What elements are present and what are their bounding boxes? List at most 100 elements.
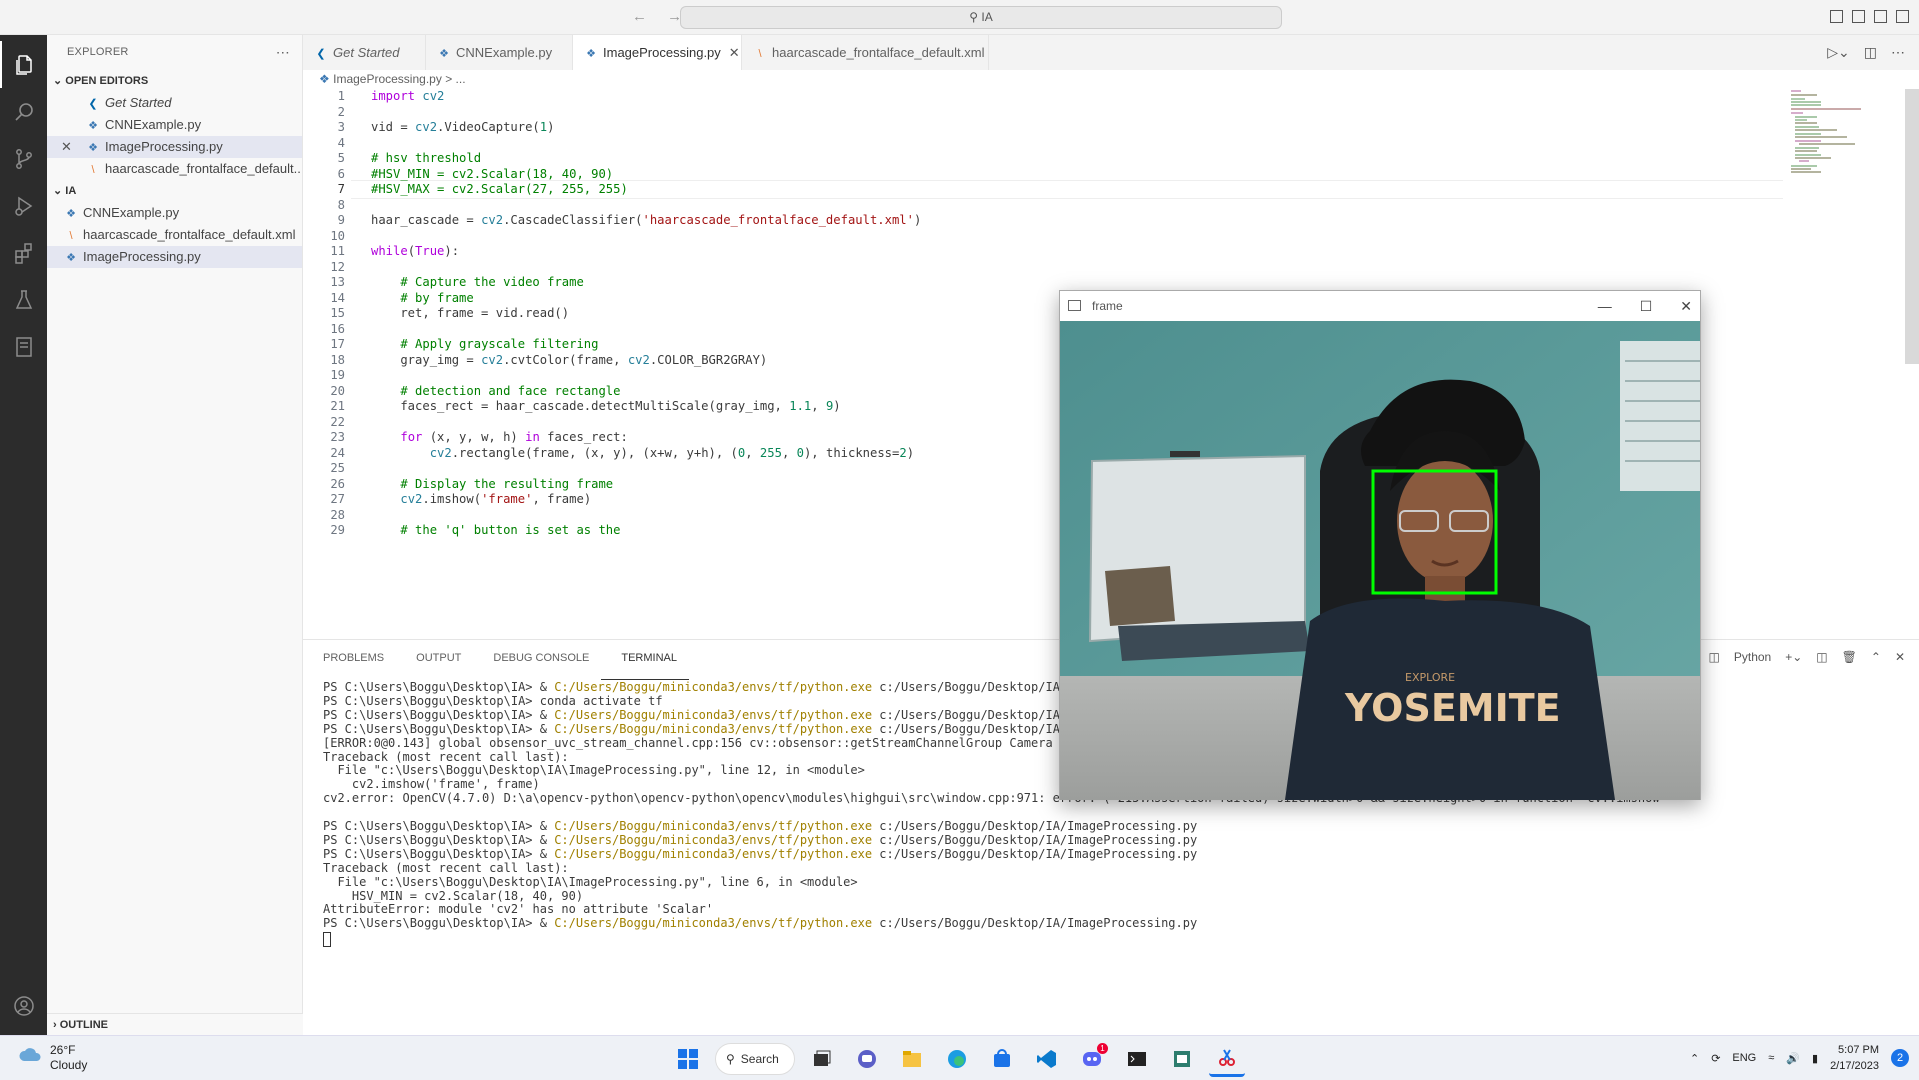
account-icon[interactable] [0, 982, 47, 1029]
terminal-icon[interactable] [1119, 1041, 1155, 1077]
close-icon[interactable]: ✕ [1680, 291, 1692, 321]
wifi-icon[interactable]: ≈ [1768, 1052, 1774, 1064]
open-editor-haarcascade[interactable]: \ haarcascade_frontalface_default... [47, 158, 302, 180]
close-panel-icon[interactable]: ✕ [1895, 650, 1905, 664]
taskbar-apps: ⚲ Search 1 [670, 1041, 1245, 1077]
clock[interactable]: 5:07 PM 2/17/2023 [1830, 1042, 1879, 1074]
windows-start-icon[interactable] [670, 1041, 706, 1077]
folder-ia-section[interactable]: ⌄ IA [47, 180, 302, 202]
vscode-icon[interactable] [1029, 1041, 1065, 1077]
open-editor-label: CNNExample.py [105, 117, 202, 132]
line-number: 15 [330, 306, 345, 320]
tab-imageprocessing[interactable]: ❖ ImageProcessing.py ✕ [573, 35, 742, 70]
close-icon[interactable]: ✕ [61, 136, 85, 158]
store-icon[interactable] [984, 1041, 1020, 1077]
outline-section[interactable]: › OUTLINE [47, 1013, 303, 1035]
frame-window-titlebar[interactable]: frame — ☐ ✕ [1060, 291, 1700, 321]
file-imageprocessing[interactable]: ❖ ImageProcessing.py [47, 246, 302, 268]
search-icon[interactable] [0, 88, 47, 135]
file-cnnexample[interactable]: ❖ CNNExample.py [47, 202, 302, 224]
snipping-tool-icon[interactable] [1209, 1041, 1245, 1077]
open-editor-get-started[interactable]: ❮ Get Started [47, 92, 302, 114]
breadcrumb-file[interactable]: ImageProcessing.py [333, 72, 442, 86]
run-python-icon[interactable]: ▷⌄ [1827, 44, 1850, 61]
code-line: cv2.imshow('frame', frame) [400, 492, 592, 506]
clock-time: 5:07 PM [1838, 1044, 1879, 1056]
code-line: #HSV_MAX = cv2.Scalar(27, 255, 255) [371, 182, 628, 196]
line-number: 4 [337, 135, 345, 150]
open-editors-section[interactable]: ⌄ OPEN EDITORS [47, 70, 302, 92]
line-number: 25 [330, 461, 345, 475]
tab-output[interactable]: OUTPUT [396, 640, 473, 680]
notebook-icon[interactable] [0, 323, 47, 370]
minimize-icon[interactable]: — [1598, 291, 1612, 321]
minimap[interactable] [1791, 89, 1911, 209]
code-line: haar_cascade = cv2.CascadeClassifier('ha… [371, 213, 922, 227]
maximize-icon[interactable]: ☐ [1640, 291, 1653, 321]
battery-icon[interactable]: ▮ [1812, 1052, 1818, 1065]
code-line: for (x, y, w, h) in faces_rect: [400, 430, 628, 444]
command-center[interactable]: ⚲ IA [680, 6, 1282, 29]
tab-terminal[interactable]: TERMINAL [601, 640, 689, 680]
teams-chat-icon[interactable] [849, 1041, 885, 1077]
explorer-icon[interactable] [0, 41, 47, 88]
open-editor-cnnexample[interactable]: ❖ CNNExample.py [47, 114, 302, 136]
terminal-cursor [323, 932, 331, 948]
more-actions-icon[interactable]: ⋯ [276, 35, 290, 70]
line-number: 27 [330, 492, 345, 506]
back-arrow-icon[interactable]: ← [632, 8, 655, 25]
taskbar-search[interactable]: ⚲ Search [715, 1043, 795, 1075]
notification-count[interactable]: 2 [1891, 1049, 1909, 1067]
line-number: 2 [337, 104, 345, 119]
close-tab-icon[interactable]: ✕ [729, 45, 740, 60]
editor-scrollbar[interactable] [1905, 89, 1919, 364]
tab-get-started[interactable]: ❮ Get Started [303, 35, 426, 70]
chevron-up-icon[interactable]: ⌃ [1690, 1052, 1699, 1065]
edge-icon[interactable] [939, 1041, 975, 1077]
terminal-line: File "c:\Users\Boggu\Desktop\IA\ImagePro… [323, 763, 865, 778]
window-controls: — ☐ ✕ [1598, 291, 1692, 321]
python-file-icon: ❖ [88, 142, 98, 154]
toggle-secondary-sidebar-icon[interactable] [1874, 10, 1887, 23]
kill-terminal-icon[interactable]: 🗑 [1842, 650, 1857, 664]
terminal-line: HSV_MIN = cv2.Scalar(18, 40, 90) [323, 888, 584, 903]
terminal-shell-label[interactable]: Python [1734, 650, 1771, 664]
testing-icon[interactable] [0, 276, 47, 323]
code-line: cv2.rectangle(frame, (x, y), (x+w, y+h),… [429, 445, 915, 460]
open-editor-imageprocessing[interactable]: ✕ ❖ ImageProcessing.py [47, 136, 302, 158]
code-line: faces_rect = haar_cascade.detectMultiSca… [371, 399, 841, 413]
discord-icon[interactable]: 1 [1074, 1041, 1110, 1077]
new-terminal-icon[interactable]: +⌄ [1785, 650, 1802, 664]
task-view-icon[interactable] [804, 1041, 840, 1077]
file-explorer-icon[interactable] [894, 1041, 930, 1077]
weather-widget[interactable]: 26°F Cloudy [18, 1043, 87, 1073]
line-number: 12 [330, 259, 345, 274]
language-indicator[interactable]: ENG [1732, 1052, 1756, 1064]
extensions-icon[interactable] [0, 229, 47, 276]
explorer-header: EXPLORER ⋯ [47, 35, 302, 70]
breadcrumb-rest[interactable]: > ... [445, 72, 465, 86]
file-haarcascade[interactable]: \ haarcascade_frontalface_default.xml [47, 224, 302, 246]
terminal-line: PS C:\Users\Boggu\Desktop\IA> & C:/Users… [323, 916, 1198, 931]
split-terminal-icon[interactable]: ◫ [1816, 650, 1827, 664]
code-line: import cv2 [371, 89, 445, 103]
source-control-icon[interactable] [0, 135, 47, 182]
tab-debug-console[interactable]: DEBUG CONSOLE [473, 640, 601, 680]
sync-icon[interactable]: ⟳ [1711, 1052, 1720, 1065]
toggle-panel-icon[interactable] [1852, 10, 1865, 23]
split-editor-icon[interactable]: ◫ [1864, 44, 1877, 61]
run-debug-icon[interactable] [0, 182, 47, 229]
maximize-panel-icon[interactable]: ⌃ [1871, 650, 1881, 664]
more-editor-actions-icon[interactable]: ⋯ [1891, 44, 1905, 61]
volume-icon[interactable]: 🔊 [1786, 1052, 1800, 1065]
discord-badge: 1 [1097, 1043, 1108, 1054]
notepad-icon[interactable] [1164, 1041, 1200, 1077]
customize-layout-icon[interactable] [1896, 10, 1909, 23]
tab-haarcascade[interactable]: \ haarcascade_frontalface_default.xml [742, 35, 989, 70]
line-number: 22 [330, 414, 345, 429]
tab-cnnexample[interactable]: ❖ CNNExample.py [426, 35, 573, 70]
line-number: 24 [330, 445, 345, 460]
terminal-line: Traceback (most recent call last): [323, 749, 569, 764]
tab-problems[interactable]: PROBLEMS [303, 640, 396, 680]
toggle-sidebar-icon[interactable] [1830, 10, 1843, 23]
